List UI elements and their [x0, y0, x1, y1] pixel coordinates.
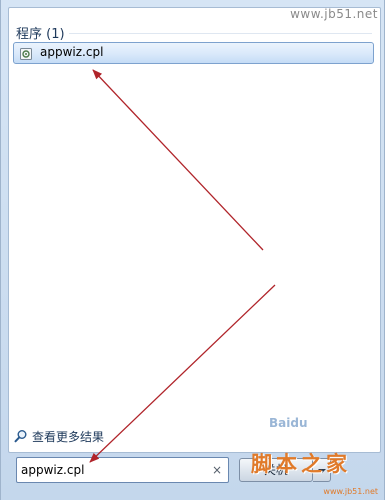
results-group-header: 程序 (1) [16, 27, 65, 42]
magnifier-icon [14, 428, 28, 443]
search-results-pane: 程序 (1) appwiz.cpl 查看更多结果 [8, 7, 381, 453]
see-more-results-label: 查看更多结果 [32, 430, 105, 444]
baidu-watermark: Baidu [269, 416, 308, 430]
control-panel-applet-icon [19, 46, 33, 60]
result-item-appwiz[interactable]: appwiz.cpl [13, 42, 374, 64]
clear-search-icon[interactable]: × [212, 462, 222, 478]
result-item-label: appwiz.cpl [40, 45, 104, 59]
search-box[interactable]: × [16, 457, 229, 483]
brand-watermark: 脚本之家 [251, 451, 351, 476]
start-menu: 程序 (1) appwiz.cpl 查看更多结果 www.jb51.net ap… [0, 0, 385, 500]
brand-url-watermark: www.jb51.net [323, 487, 378, 496]
search-input[interactable] [21, 461, 201, 479]
group-divider [69, 33, 372, 34]
site-watermark: www.jb51.net [290, 7, 378, 21]
